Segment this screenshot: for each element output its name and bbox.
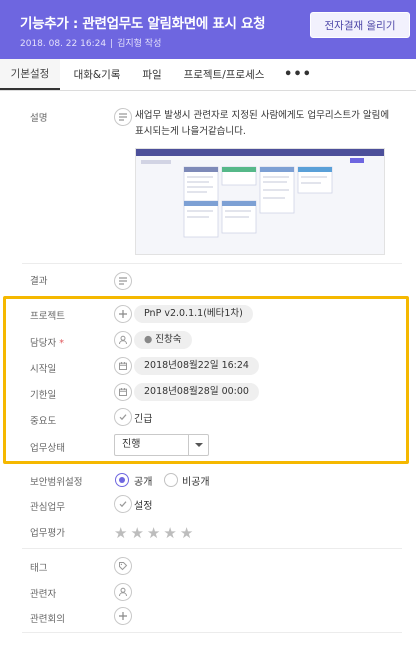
radio-public-label[interactable]: 공개 bbox=[134, 473, 152, 488]
task-author: 김지형 작성 bbox=[117, 39, 162, 49]
result-label: 결과 bbox=[30, 276, 48, 287]
due-date-label: 기한일 bbox=[30, 390, 57, 401]
approval-button[interactable]: 전자결재 올리기 bbox=[310, 12, 410, 38]
radio-private[interactable] bbox=[164, 473, 178, 487]
assignee-label-text: 담당자 bbox=[30, 338, 57, 349]
radio-public[interactable] bbox=[115, 473, 129, 487]
add-meeting-icon[interactable] bbox=[114, 607, 132, 625]
task-title: 기능추가 : 관련업무도 알림화면에 표시 요청 bbox=[20, 16, 266, 32]
required-mark: * bbox=[59, 338, 64, 349]
evaluation-label: 업무평가 bbox=[30, 528, 65, 539]
assignee-value: 진창숙 bbox=[155, 334, 182, 345]
check-icon[interactable] bbox=[114, 408, 132, 426]
status-value: 진행 bbox=[122, 439, 141, 450]
description-label: 설명 bbox=[30, 113, 48, 124]
section-divider bbox=[22, 296, 402, 297]
description-text: 새업무 발생시 관련자로 지정된 사람에게도 업무리스트가 알림에 표시되는게 … bbox=[135, 110, 390, 137]
tab-files[interactable]: 파일 bbox=[134, 59, 170, 90]
assignee-dot-icon: ● bbox=[144, 334, 153, 345]
person-icon[interactable] bbox=[114, 583, 132, 601]
tab-project-process[interactable]: 프로젝트/프로세스 bbox=[176, 59, 272, 90]
rating-stars[interactable]: ★ ★ ★ ★ ★ bbox=[114, 525, 193, 541]
star-icon[interactable]: ★ bbox=[130, 525, 143, 541]
person-icon[interactable] bbox=[114, 331, 132, 349]
section-divider bbox=[22, 548, 402, 549]
check-icon[interactable] bbox=[114, 495, 132, 513]
task-header: 기능추가 : 관련업무도 알림화면에 표시 요청 2018. 08. 22 16… bbox=[0, 0, 416, 59]
related-people-label: 관련자 bbox=[30, 589, 57, 600]
tab-more-icon[interactable]: ••• bbox=[280, 59, 316, 90]
start-date-value[interactable]: 2018년08월22일 16:24 bbox=[134, 357, 259, 375]
tab-bar: 기본설정 대화&기록 파일 프로젝트/프로세스 ••• bbox=[0, 59, 416, 91]
meta-separator: | bbox=[110, 39, 114, 49]
star-icon[interactable]: ★ bbox=[163, 525, 176, 541]
project-value[interactable]: PnP v2.0.1.1(베타1차) bbox=[134, 305, 253, 323]
project-label: 프로젝트 bbox=[30, 311, 65, 322]
star-icon[interactable]: ★ bbox=[180, 525, 193, 541]
attached-screenshot-thumbnail[interactable] bbox=[135, 148, 385, 255]
star-icon[interactable]: ★ bbox=[147, 525, 160, 541]
task-date: 2018. 08. 22 16:24 bbox=[20, 39, 107, 49]
interest-label: 관심업무 bbox=[30, 502, 65, 513]
tab-conversation[interactable]: 대화&기록 bbox=[62, 59, 132, 90]
tag-icon[interactable] bbox=[114, 557, 132, 575]
status-label: 업무상태 bbox=[30, 443, 65, 454]
add-project-icon[interactable] bbox=[114, 305, 132, 323]
calendar-icon[interactable] bbox=[114, 357, 132, 375]
result-edit-icon[interactable] bbox=[114, 272, 132, 290]
priority-value[interactable]: 긴급 bbox=[134, 410, 152, 425]
section-divider bbox=[22, 632, 402, 633]
priority-label: 중요도 bbox=[30, 416, 57, 427]
chevron-down-icon[interactable] bbox=[188, 435, 208, 455]
visibility-label: 보안범위설정 bbox=[30, 477, 83, 488]
assignee-label: 담당자 * bbox=[30, 335, 64, 349]
assignee-chip[interactable]: ● 진창숙 bbox=[134, 331, 192, 349]
tag-label: 태그 bbox=[30, 563, 48, 574]
calendar-icon[interactable] bbox=[114, 383, 132, 401]
status-select[interactable]: 진행 bbox=[114, 434, 209, 456]
due-date-value[interactable]: 2018년08월28일 00:00 bbox=[134, 383, 259, 401]
section-divider bbox=[22, 263, 402, 264]
radio-private-label[interactable]: 비공개 bbox=[182, 473, 210, 488]
description-edit-icon[interactable] bbox=[114, 108, 132, 126]
task-meta: 2018. 08. 22 16:24 | 김지형 작성 bbox=[20, 36, 161, 49]
related-meeting-label: 관련회의 bbox=[30, 614, 65, 625]
star-icon[interactable]: ★ bbox=[114, 525, 127, 541]
start-date-label: 시작일 bbox=[30, 364, 57, 375]
interest-value[interactable]: 설정 bbox=[134, 497, 152, 512]
tab-basic-settings[interactable]: 기본설정 bbox=[0, 59, 60, 90]
